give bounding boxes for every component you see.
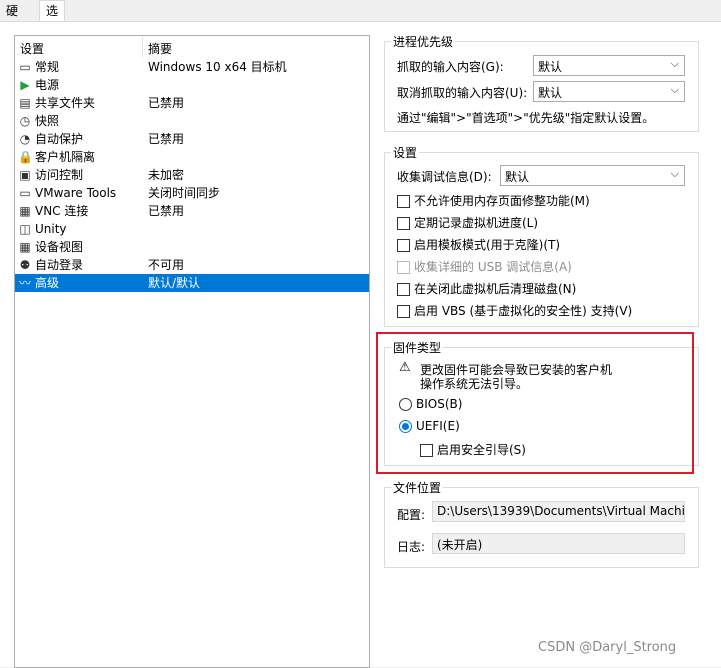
checkbox-box[interactable] xyxy=(397,283,410,296)
debug-info-dropdown[interactable]: 默认 ⌵ xyxy=(500,165,685,186)
vmware-tools-icon: ▭ xyxy=(19,186,31,200)
list-item-name: 自动保护 xyxy=(35,132,84,146)
list-header: 设置 摘要 xyxy=(15,36,369,58)
power-icon: ▶ xyxy=(20,78,30,92)
list-item[interactable]: ▭ VMware Tools 关闭时间同步 xyxy=(15,184,369,202)
chevron-down-icon: ⌵ xyxy=(670,83,679,96)
access-control-icon: ▣ xyxy=(19,168,31,182)
list-item-summary: 默认/默认 xyxy=(148,276,201,290)
list-item-summary: Windows 10 x64 目标机 xyxy=(148,60,287,74)
ungrabbed-input-label: 取消抓取的输入内容(U): xyxy=(397,86,528,100)
settings-group: 设置 收集调试信息(D): 默认 ⌵ 不允许使用内存页面修整功能(M) 定期记录… xyxy=(384,144,699,327)
debug-info-label: 收集调试信息(D): xyxy=(397,170,492,184)
autoprotect-icon: ◔ xyxy=(19,132,31,146)
list-item-summary: 关闭时间同步 xyxy=(148,186,221,200)
config-label: 配置: xyxy=(397,508,426,522)
checkbox-label: 启用模板模式(用于克隆)(T) xyxy=(414,238,561,252)
shared-folders-icon: ▤ xyxy=(19,96,31,110)
settings-title: 设置 xyxy=(391,144,420,161)
grabbed-input-value: 默认 xyxy=(538,60,563,74)
file-location-title: 文件位置 xyxy=(391,479,444,496)
list-item-name: VNC 连接 xyxy=(35,204,89,218)
tab-options[interactable]: 选项 xyxy=(39,0,66,39)
list-item-summary: 未加密 xyxy=(148,168,185,182)
list-item-name: 常规 xyxy=(35,60,60,74)
tab-hardware[interactable]: 硬件 xyxy=(2,2,22,36)
column-header-summary[interactable]: 摘要 xyxy=(148,40,172,57)
list-item-summary: 已禁用 xyxy=(148,96,185,110)
device-view-icon: ▦ xyxy=(19,240,31,254)
list-item[interactable]: 🔒 客户机隔离 xyxy=(15,148,369,166)
list-item-name: 自动登录 xyxy=(35,258,84,272)
chevron-down-icon: ⌵ xyxy=(670,57,679,70)
file-location-group: 文件位置 配置: D:\Users\13939\Documents\Virtua… xyxy=(384,479,699,568)
list-item[interactable]: 〰高级 默认/默认 xyxy=(15,274,369,292)
list-item-name: 共享文件夹 xyxy=(35,96,96,110)
grabbed-input-dropdown[interactable]: 默认 ⌵ xyxy=(533,55,685,76)
chevron-down-icon: ⌵ xyxy=(670,167,679,180)
log-label: 日志: xyxy=(397,540,426,554)
list-item-summary: 已禁用 xyxy=(148,204,185,218)
process-priority-group: 进程优先级 抓取的输入内容(G): 默认 ⌵ 取消抓取的输入内容(U): 默认 … xyxy=(384,33,699,132)
list-item[interactable]: ▦ VNC 连接 已禁用 xyxy=(15,202,369,220)
ungrabbed-input-value: 默认 xyxy=(538,86,563,100)
checkbox-label: 收集详细的 USB 调试信息(A) xyxy=(414,260,572,274)
list-item-name: Unity xyxy=(35,222,67,236)
list-item-name: VMware Tools xyxy=(35,186,117,200)
checkbox-box[interactable] xyxy=(397,195,410,208)
checkbox-box[interactable] xyxy=(397,305,410,318)
checkbox-label: 不允许使用内存页面修整功能(M) xyxy=(414,194,590,208)
priority-hint: 通过"编辑">"首选项">"优先级"指定默认设置。 xyxy=(397,111,655,125)
process-priority-title: 进程优先级 xyxy=(391,33,456,50)
list-rows: ▭ 常规 Windows 10 x64 目标机 ▶ 电源 ▤ 共享文件夹 已禁用 ◷ 快照 ◔ 自动保… xyxy=(15,58,369,292)
list-item-name: 访问控制 xyxy=(35,168,84,182)
checkbox-label: 启用 VBS (基于虚拟化的安全性) 支持(V) xyxy=(414,304,633,318)
snapshot-icon: ◷ xyxy=(19,114,31,128)
general-icon: ▭ xyxy=(19,60,31,74)
ungrabbed-input-dropdown[interactable]: 默认 ⌵ xyxy=(533,81,685,102)
log-path-field[interactable]: (未开启) xyxy=(432,533,685,554)
column-separator[interactable] xyxy=(142,36,143,58)
list-item[interactable]: ▶ 电源 xyxy=(15,76,369,94)
list-item-name: 客户机隔离 xyxy=(35,150,96,164)
list-item[interactable]: ▦ 设备视图 xyxy=(15,238,369,256)
grabbed-input-label: 抓取的输入内容(G): xyxy=(397,60,504,74)
list-item-name: 高级 xyxy=(35,276,60,290)
settings-list[interactable]: 设置 摘要 ▭ 常规 Windows 10 x64 目标机 ▶ 电源 ▤ 共享文件夹 已禁用 ◷… xyxy=(14,35,370,668)
list-item[interactable]: ◔ 自动保护 已禁用 xyxy=(15,130,369,148)
list-item[interactable]: ◫ Unity xyxy=(15,220,369,238)
column-header-settings[interactable]: 设置 xyxy=(20,40,44,57)
checkbox-label: 在关闭此虚拟机后清理磁盘(N) xyxy=(414,282,577,296)
list-item-summary: 已禁用 xyxy=(148,132,185,146)
list-item[interactable]: ◷ 快照 xyxy=(15,112,369,130)
list-item-name: 电源 xyxy=(35,78,60,92)
list-item-name: 快照 xyxy=(35,114,60,128)
list-item[interactable]: ▤ 共享文件夹 已禁用 xyxy=(15,94,369,112)
log-path-value: (未开启) xyxy=(437,538,483,552)
checkbox-label: 定期记录虚拟机进度(L) xyxy=(414,216,539,230)
unity-icon: ◫ xyxy=(19,222,31,236)
list-item[interactable]: ▣ 访问控制 未加密 xyxy=(15,166,369,184)
checkbox-box xyxy=(397,261,410,274)
watermark: CSDN @Daryl_Strong xyxy=(538,640,677,655)
highlight-annotation-box xyxy=(376,332,694,474)
list-item[interactable]: ▭ 常规 Windows 10 x64 目标机 xyxy=(15,58,369,76)
config-path-value: D:\Users\13939\Documents\Virtual Machine… xyxy=(437,504,685,518)
list-item-name: 设备视图 xyxy=(35,240,84,254)
checkbox-box[interactable] xyxy=(397,239,410,252)
autologin-icon: ⚉ xyxy=(19,258,31,272)
debug-info-value: 默认 xyxy=(505,170,530,184)
checkbox-box[interactable] xyxy=(397,217,410,230)
advanced-icon: 〰 xyxy=(18,276,31,290)
list-item[interactable]: ⚉ 自动登录 不可用 xyxy=(15,256,369,274)
list-item-summary: 不可用 xyxy=(148,258,185,272)
lock-icon: 🔒 xyxy=(18,150,33,164)
config-path-field[interactable]: D:\Users\13939\Documents\Virtual Machine… xyxy=(432,501,685,522)
vnc-icon: ▦ xyxy=(19,204,31,218)
